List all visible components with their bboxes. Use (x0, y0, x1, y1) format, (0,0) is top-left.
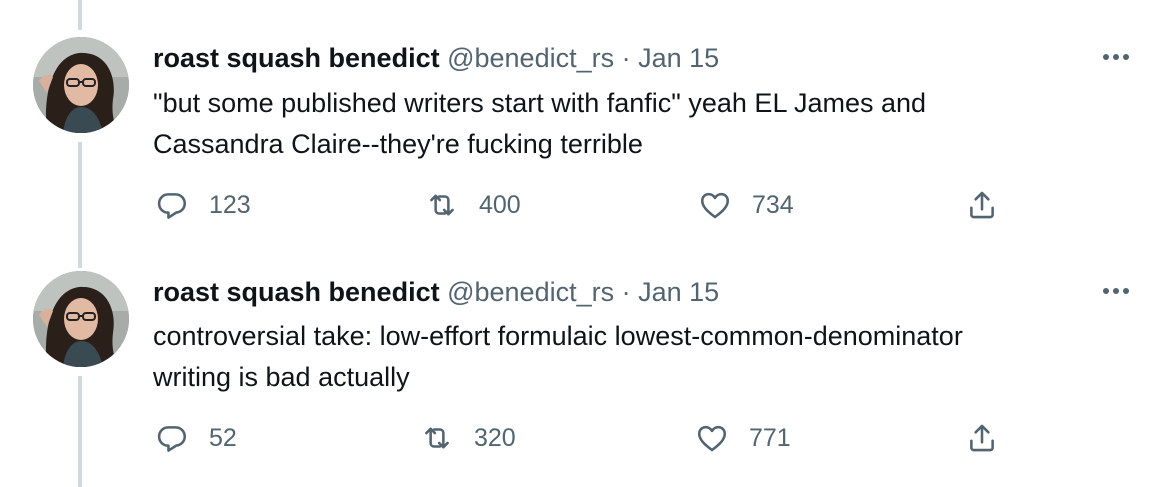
tweet-header: roast squash benedict @benedict_rs · Jan… (153, 276, 719, 308)
more-icon (1103, 288, 1109, 294)
display-name[interactable]: roast squash benedict (153, 43, 440, 73)
heart-icon (697, 425, 727, 452)
retweet-icon (425, 427, 449, 449)
tweet-text-line: "but some published writers start with f… (153, 88, 927, 118)
avatar[interactable] (33, 37, 129, 133)
share-button[interactable] (965, 188, 999, 222)
retweet-count: 400 (479, 190, 521, 219)
like-count: 771 (749, 423, 791, 452)
reply-icon (157, 193, 187, 219)
tweet-date[interactable]: Jan 15 (638, 277, 719, 307)
user-handle[interactable]: @benedict_rs (447, 43, 614, 73)
user-handle[interactable]: @benedict_rs (447, 277, 614, 307)
tweet-text: controversial take: low-effort formulaic… (153, 316, 1113, 398)
retweet-count: 320 (474, 423, 516, 452)
like-button[interactable]: 734 (698, 188, 794, 222)
share-icon (970, 191, 994, 219)
retweet-button[interactable]: 400 (425, 188, 521, 222)
retweet-icon (430, 194, 454, 216)
reply-count: 123 (209, 190, 251, 219)
tweet-actions: 52 320 771 (0, 421, 1166, 461)
separator-dot: · (621, 43, 631, 73)
reply-count: 52 (209, 423, 237, 452)
avatar-image (33, 37, 129, 133)
reply-button[interactable]: 123 (155, 188, 251, 222)
heart-icon (700, 192, 730, 219)
tweet-text-line: writing is bad actually (153, 362, 410, 392)
more-icon (1103, 54, 1109, 60)
tweet-text: "but some published writers start with f… (153, 83, 1113, 165)
like-button[interactable]: 771 (695, 421, 791, 455)
tweet-actions: 123 400 734 (0, 188, 1166, 228)
share-icon (970, 424, 994, 452)
tweet-header: roast squash benedict @benedict_rs · Jan… (153, 42, 719, 74)
retweet-button[interactable]: 320 (420, 421, 516, 455)
like-count: 734 (752, 190, 794, 219)
avatar-image (33, 271, 129, 367)
avatar[interactable] (33, 271, 129, 367)
tweet-date[interactable]: Jan 15 (638, 43, 719, 73)
more-button[interactable] (1096, 42, 1136, 72)
reply-icon (157, 426, 187, 452)
tweet-text-line: Cassandra Claire--they're fucking terrib… (153, 129, 643, 159)
share-button[interactable] (965, 421, 999, 455)
more-button[interactable] (1096, 276, 1136, 306)
tweet[interactable]: roast squash benedict @benedict_rs · Jan… (0, 234, 1166, 468)
tweet-text-line: controversial take: low-effort formulaic… (153, 321, 963, 351)
tweet[interactable]: roast squash benedict @benedict_rs · Jan… (0, 0, 1166, 234)
separator-dot: · (621, 277, 631, 307)
reply-button[interactable]: 52 (155, 421, 237, 455)
display-name[interactable]: roast squash benedict (153, 277, 440, 307)
